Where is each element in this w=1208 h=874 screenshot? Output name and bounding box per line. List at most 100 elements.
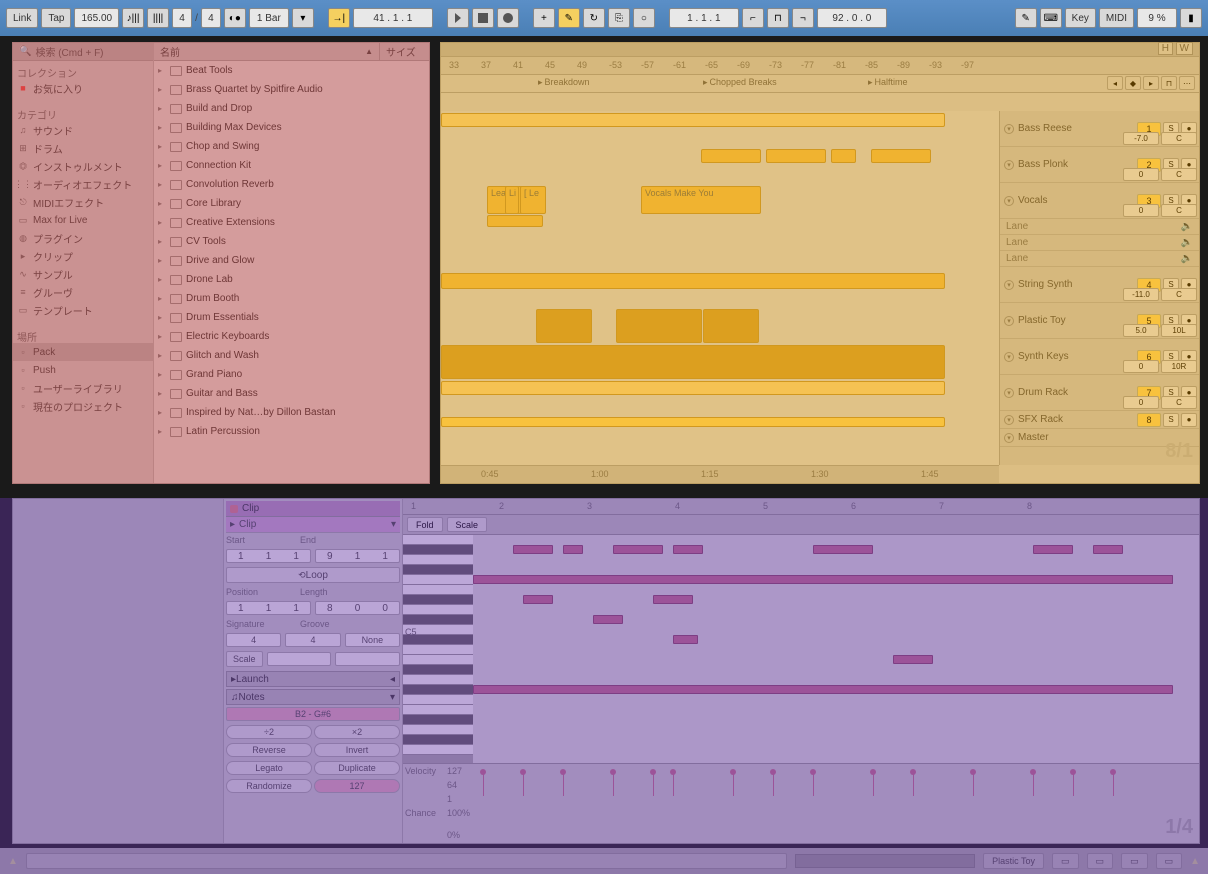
velocity-stem[interactable] — [483, 772, 484, 796]
pack-item[interactable]: ▸Connection Kit — [154, 156, 429, 175]
piano-key[interactable] — [403, 535, 473, 545]
place-item[interactable]: ▫現在のプロジェクト — [13, 397, 153, 415]
pack-item[interactable]: ▸Beat Tools — [154, 61, 429, 80]
track-fold-icon[interactable]: ▾ — [1004, 352, 1014, 362]
computer-midi-icon[interactable]: ⌨ — [1040, 8, 1062, 28]
size-column[interactable]: サイズ — [379, 43, 429, 60]
track-fold-icon[interactable]: ▾ — [1004, 316, 1014, 326]
piano-key[interactable] — [403, 615, 473, 625]
quantize-field[interactable]: 1 Bar — [249, 8, 289, 28]
expand-icon[interactable]: ▸ — [158, 427, 166, 436]
randomize-button[interactable]: Randomize — [226, 779, 312, 793]
track-header[interactable]: ▾Vocals3S●0C — [1000, 183, 1199, 219]
category-item[interactable]: ◍プラグイン — [13, 229, 153, 247]
velocity-handle[interactable] — [730, 769, 736, 775]
metronome-icon[interactable]: ♪||| — [122, 8, 144, 28]
start-field[interactable]: 111 — [226, 549, 311, 563]
track-pan[interactable]: C — [1161, 288, 1197, 301]
track-volume[interactable]: 5.0 — [1123, 324, 1159, 337]
status-io-4[interactable]: ▭ — [1156, 853, 1183, 869]
clip-plastic-1[interactable] — [536, 309, 592, 343]
velocity-stem[interactable] — [653, 772, 654, 796]
piano-key[interactable] — [403, 645, 473, 655]
track-header[interactable]: ▾Bass Reese1S●-7.0C — [1000, 111, 1199, 147]
automation-arm-icon[interactable]: ✎ — [558, 8, 580, 28]
scale-button[interactable]: Scale — [226, 651, 263, 667]
pack-item[interactable]: ▸Drive and Glow — [154, 251, 429, 270]
arrangement-overview[interactable]: H W — [441, 43, 1199, 57]
velocity-stem[interactable] — [523, 772, 524, 796]
locator-marker[interactable]: Halftime — [866, 77, 910, 88]
category-item[interactable]: ♫サウンド — [13, 121, 153, 139]
piano-key[interactable] — [403, 715, 473, 725]
category-item[interactable]: ≡グルーヴ — [13, 283, 153, 301]
pack-item[interactable]: ▸Drone Lab — [154, 270, 429, 289]
favorites-item[interactable]: ■ お気に入り — [13, 79, 153, 97]
status-io-3[interactable]: ▭ — [1121, 853, 1148, 869]
category-item[interactable]: ▭Max for Live — [13, 211, 153, 229]
track-volume[interactable]: 0 — [1123, 396, 1159, 409]
midi-note[interactable] — [473, 575, 1173, 584]
velocity-stem[interactable] — [613, 772, 614, 796]
clip-le[interactable]: [ Le — [520, 186, 546, 214]
expand-icon[interactable]: ▸ — [158, 142, 166, 151]
velocity-stem[interactable] — [873, 772, 874, 796]
sig-den-field[interactable]: 4 — [285, 633, 340, 647]
browser-search[interactable]: 🔍 検索 (Cmd + F) — [13, 43, 153, 61]
clip-tab[interactable]: ▸Clip▾ — [226, 517, 400, 533]
clip-drum-rack[interactable] — [441, 381, 945, 395]
piano-key[interactable] — [403, 585, 473, 595]
velocity-stem[interactable] — [673, 772, 674, 796]
locator-marker[interactable]: Breakdown — [536, 77, 592, 88]
pack-item[interactable]: ▸Guitar and Bass — [154, 384, 429, 403]
velocity-handle[interactable] — [1030, 769, 1036, 775]
follow-icon[interactable]: →| — [328, 8, 350, 28]
piano-key[interactable] — [403, 555, 473, 565]
clip-bass-reese[interactable] — [441, 113, 945, 127]
take-lane[interactable]: Lane🔈 — [1000, 251, 1199, 267]
piano-key[interactable] — [403, 665, 473, 675]
lane-speaker-icon[interactable]: 🔈 — [1181, 221, 1193, 232]
velocity-handle[interactable] — [650, 769, 656, 775]
reverse-button[interactable]: Reverse — [226, 743, 312, 757]
track-fold-icon[interactable]: ▾ — [1004, 388, 1014, 398]
pack-item[interactable]: ▸Electric Keyboards — [154, 327, 429, 346]
pack-item[interactable]: ▸Drum Essentials — [154, 308, 429, 327]
midi-note[interactable] — [653, 595, 693, 604]
category-item[interactable]: ⎋MIDIエフェクト — [13, 193, 153, 211]
scale-view-button[interactable]: Scale — [447, 517, 488, 532]
track-pan[interactable]: C — [1161, 132, 1197, 145]
velocity-handle[interactable] — [810, 769, 816, 775]
velocity-stem[interactable] — [913, 772, 914, 796]
midi-note[interactable] — [513, 545, 553, 554]
expand-icon[interactable]: ▸ — [158, 351, 166, 360]
end-field[interactable]: 911 — [315, 549, 400, 563]
piano-key[interactable] — [403, 685, 473, 695]
solo-button[interactable]: S — [1163, 413, 1179, 427]
track-header[interactable]: ▾String Synth4S●-11.0C — [1000, 267, 1199, 303]
track-fold-icon[interactable]: ▾ — [1004, 160, 1014, 170]
expand-icon[interactable]: ▸ — [158, 104, 166, 113]
clip-li[interactable]: Li — [505, 186, 519, 214]
pack-item[interactable]: ▸Building Max Devices — [154, 118, 429, 137]
double-button[interactable]: ×2 — [314, 725, 400, 739]
expand-icon[interactable]: ▸ — [158, 256, 166, 265]
pack-item[interactable]: ▸CV Tools — [154, 232, 429, 251]
midi-note[interactable] — [473, 685, 1173, 694]
expand-icon[interactable]: ▸ — [158, 370, 166, 379]
locator-marker[interactable]: Chopped Breaks — [701, 77, 779, 88]
piano-key[interactable] — [403, 575, 473, 585]
midi-note[interactable] — [593, 615, 623, 624]
velocity-handle[interactable] — [770, 769, 776, 775]
arm-button[interactable]: ● — [1181, 413, 1197, 427]
capture-icon[interactable]: ⎘ — [608, 8, 630, 28]
expand-icon[interactable]: ▸ — [158, 85, 166, 94]
velocity-stem[interactable] — [813, 772, 814, 796]
midi-note[interactable] — [673, 635, 698, 644]
velocity-handle[interactable] — [970, 769, 976, 775]
track-fold-icon[interactable]: ▾ — [1004, 280, 1014, 290]
expand-icon[interactable]: ▸ — [158, 389, 166, 398]
scale-type[interactable] — [335, 652, 400, 666]
pack-item[interactable]: ▸Grand Piano — [154, 365, 429, 384]
piano-key[interactable] — [403, 565, 473, 575]
